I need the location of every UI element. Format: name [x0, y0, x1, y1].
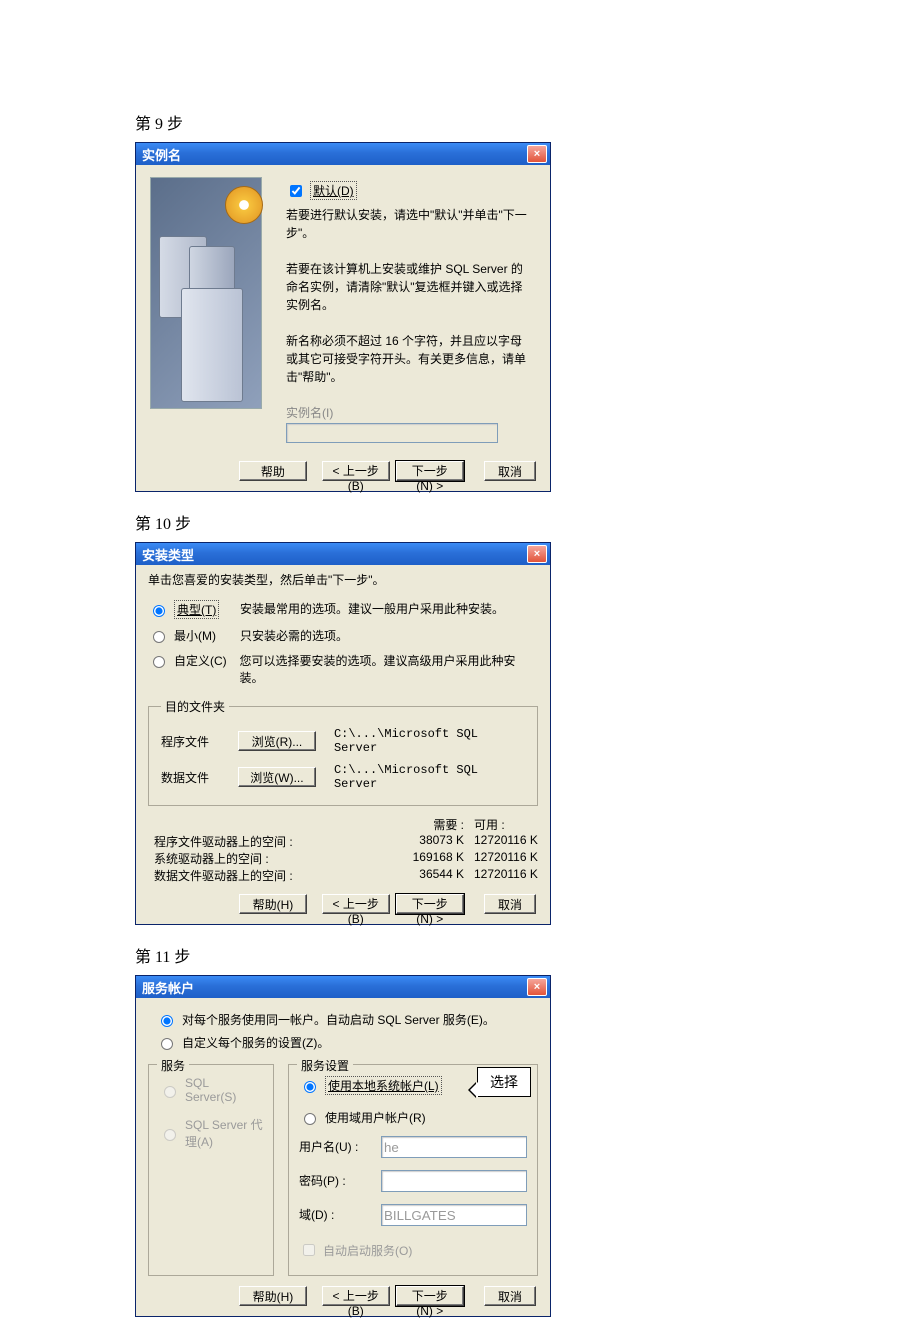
typical-desc: 安装最常用的选项。建议一般用户采用此种安装。	[240, 600, 504, 617]
autostart-checkbox	[303, 1244, 315, 1256]
callout-select: 选择	[477, 1067, 531, 1097]
username-label: 用户名(U) :	[299, 1138, 371, 1155]
minimum-desc: 只安装必需的选项。	[240, 627, 348, 644]
services-group: 服务 SQL Server(S) SQL Server 代理(A)	[148, 1064, 274, 1276]
autostart-label: 自动启动服务(O)	[323, 1242, 412, 1259]
titlebar[interactable]: 安装类型 ×	[136, 543, 550, 565]
browse-program-button[interactable]: 浏览(R)...	[238, 731, 316, 751]
radio-same-label: 对每个服务使用同一帐户。自动启动 SQL Server 服务(E)。	[182, 1011, 495, 1028]
available-header: 可用 :	[474, 816, 574, 833]
next-button[interactable]: 下一步(N) >	[396, 461, 464, 481]
step-9-label: 第 9 步	[135, 110, 920, 134]
back-button[interactable]: < 上一步(B)	[322, 894, 390, 914]
dialog-service-account: 服务帐户 × 对每个服务使用同一帐户。自动启动 SQL Server 服务(E)…	[135, 975, 551, 1317]
radio-typical[interactable]	[153, 605, 165, 617]
dialog-install-type: 安装类型 × 单击您喜爱的安装类型，然后单击"下一步"。 典型(T) 安装最常用…	[135, 542, 551, 925]
space-row-label: 数据文件驱动器上的空间 :	[154, 867, 354, 884]
dialog-title: 服务帐户	[142, 978, 194, 997]
services-legend: 服务	[157, 1057, 189, 1074]
space-avail: 12720116 K	[474, 833, 574, 850]
radio-custom-label: 自定义(C)	[174, 652, 227, 669]
space-avail: 12720116 K	[474, 867, 574, 884]
dialog-instance-name: 实例名 × 默认(D) 若要进行默认安装，请选中"默认"并单击"下一步"。 若要…	[135, 142, 551, 492]
instruction-1: 若要进行默认安装，请选中"默认"并单击"下一步"。	[286, 206, 528, 242]
required-header: 需要 :	[354, 816, 474, 833]
password-input	[381, 1170, 527, 1192]
dialog-title: 安装类型	[142, 545, 194, 564]
radio-sqlserver	[164, 1086, 176, 1098]
radio-local-label: 使用本地系统帐户(L)	[325, 1076, 442, 1095]
radio-minimum-label: 最小(M)	[174, 627, 216, 644]
cancel-button[interactable]: 取消	[484, 894, 536, 914]
program-files-label: 程序文件	[161, 733, 220, 750]
default-checkbox[interactable]	[290, 185, 302, 197]
dialog-title: 实例名	[142, 145, 181, 164]
username-input	[381, 1136, 527, 1158]
help-button[interactable]: 帮助	[239, 461, 307, 481]
settings-legend: 服务设置	[297, 1057, 353, 1074]
destination-legend: 目的文件夹	[161, 698, 229, 715]
space-req: 38073 K	[354, 833, 474, 850]
service-settings-group: 服务设置 使用本地系统帐户(L) 选择 使用域用户帐户(R) 用户名(U) : …	[288, 1064, 538, 1276]
step-11-label: 第 11 步	[135, 943, 920, 967]
data-path: C:\...\Microsoft SQL Server	[334, 763, 525, 791]
radio-same-account[interactable]	[161, 1015, 173, 1027]
radio-custom-label: 自定义每个服务的设置(Z)。	[182, 1034, 329, 1051]
instance-name-label: 实例名(I)	[286, 404, 528, 421]
space-req: 169168 K	[354, 850, 474, 867]
program-path: C:\...\Microsoft SQL Server	[334, 727, 525, 755]
radio-sqlserver-label: SQL Server(S)	[185, 1076, 263, 1104]
titlebar[interactable]: 服务帐户 ×	[136, 976, 550, 998]
radio-typical-label: 典型(T)	[174, 600, 219, 619]
radio-domain-label: 使用域用户帐户(R)	[325, 1109, 426, 1126]
space-row-label: 系统驱动器上的空间 :	[154, 850, 354, 867]
browse-data-button[interactable]: 浏览(W)...	[238, 767, 316, 787]
radio-sqlagent	[164, 1129, 176, 1141]
help-button[interactable]: 帮助(H)	[239, 1286, 307, 1306]
password-label: 密码(P) :	[299, 1172, 371, 1189]
radio-domain-user[interactable]	[304, 1113, 316, 1125]
instance-name-input	[286, 423, 498, 443]
cancel-button[interactable]: 取消	[484, 1286, 536, 1306]
step-10-label: 第 10 步	[135, 510, 920, 534]
instruction-3: 新名称必须不超过 16 个字符，并且应以字母或其它可接受字符开头。有关更多信息，…	[286, 332, 528, 386]
space-avail: 12720116 K	[474, 850, 574, 867]
close-icon[interactable]: ×	[527, 545, 547, 563]
data-files-label: 数据文件	[161, 769, 220, 786]
close-icon[interactable]: ×	[527, 145, 547, 163]
instruction-2: 若要在该计算机上安装或维护 SQL Server 的命名实例，请清除"默认"复选…	[286, 260, 528, 314]
next-button[interactable]: 下一步(N) >	[396, 1286, 464, 1306]
radio-local-system[interactable]	[304, 1081, 316, 1093]
back-button[interactable]: < 上一步(B)	[322, 1286, 390, 1306]
close-icon[interactable]: ×	[527, 978, 547, 996]
next-button[interactable]: 下一步(N) >	[396, 894, 464, 914]
radio-custom[interactable]	[153, 656, 165, 668]
help-button[interactable]: 帮助(H)	[239, 894, 307, 914]
subtitle: 单击您喜爱的安装类型，然后单击"下一步"。	[136, 565, 550, 596]
space-row-label: 程序文件驱动器上的空间 :	[154, 833, 354, 850]
custom-desc: 您可以选择要安装的选项。建议高级用户采用此种安装。	[240, 652, 538, 686]
wizard-image	[150, 177, 262, 409]
domain-input	[381, 1204, 527, 1226]
titlebar[interactable]: 实例名 ×	[136, 143, 550, 165]
cancel-button[interactable]: 取消	[484, 461, 536, 481]
default-checkbox-label: 默认(D)	[310, 181, 357, 200]
domain-label: 域(D) :	[299, 1206, 371, 1223]
radio-minimum[interactable]	[153, 631, 165, 643]
back-button[interactable]: < 上一步(B)	[322, 461, 390, 481]
space-req: 36544 K	[354, 867, 474, 884]
destination-fieldset: 目的文件夹 程序文件 浏览(R)... C:\...\Microsoft SQL…	[148, 698, 538, 806]
radio-custom-account[interactable]	[161, 1038, 173, 1050]
space-grid: 需要 :可用 : 程序文件驱动器上的空间 :38073 K12720116 K …	[136, 810, 550, 886]
radio-sqlagent-label: SQL Server 代理(A)	[185, 1116, 263, 1150]
